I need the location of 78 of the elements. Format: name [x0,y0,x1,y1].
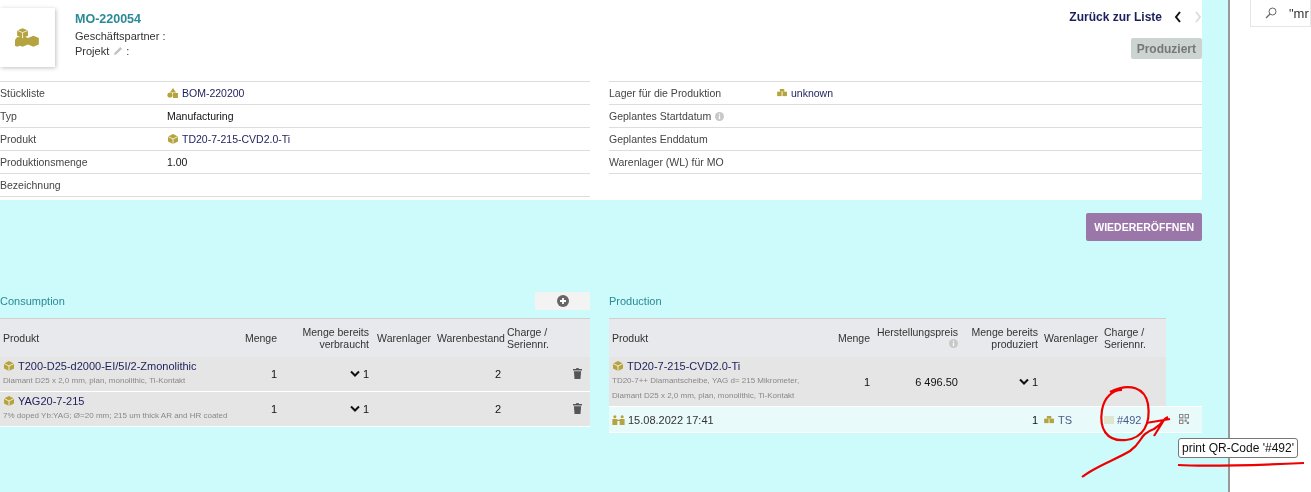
column-header: Herstellungspreis [873,318,961,357]
column-header: Produkt [609,318,825,357]
project-label: Projekt [75,44,110,59]
table-cell: 6 496.50 [915,375,958,388]
warehouse-link[interactable]: TS [1058,413,1073,426]
column-header: Charge / Seriennr. [1101,318,1166,357]
search-icon [1265,7,1277,19]
circle-annotation [1100,386,1150,442]
record-title: MO-220054 [75,12,142,26]
field-label: Produkt [0,133,37,145]
field-value: Manufacturing [167,110,234,122]
box-icon [3,360,15,372]
table-cell: 2 [494,403,501,415]
product-description: Diamant D25 x 2,0 mm, plan, monolithic, Ti-Kontakt [3,375,187,387]
people-icon [612,414,625,425]
field-label: Produktionsmenge [0,156,88,168]
chevron-down-icon[interactable] [349,370,360,378]
product-description: 7% doped Yb:YAG; Ø=20 mm; 215 um thick AR and HR coated [3,410,229,422]
reopen-button[interactable]: WIEDERERÖFFNEN [1086,213,1202,241]
trash-icon[interactable] [572,402,582,414]
table-cell: 1 [270,368,277,380]
chevron-down-icon[interactable] [349,405,360,413]
column-header: Menge bereits verbraucht [280,318,372,357]
product-link[interactable]: TD20-7-215-CVD2.0-Ti [627,360,741,372]
boxes-icon [777,89,788,97]
column-header: Charge / Seriennr. [504,318,564,357]
field-link[interactable]: unknown [791,87,834,99]
field-label: Geplantes Startdatum [609,110,712,122]
section-title: Production [609,294,662,307]
product-link[interactable]: T200-D25-d2000-EI/5I/2-Zmonolithic [18,360,197,372]
column-header: Warenlager [1041,318,1101,357]
previous-icon[interactable] [1174,11,1182,23]
plus-icon [556,294,569,307]
product-link[interactable]: YAG20-7-215 [18,395,85,407]
shapes-icon [167,88,179,98]
lot-link[interactable]: #492 [1117,413,1142,426]
table-cell: 2 [494,368,501,380]
field-label: Lager für die Produktion [609,87,722,99]
boxes-icon [1044,415,1055,424]
info-icon [949,339,958,348]
qr-code-icon[interactable] [1179,413,1189,424]
box-icon [3,395,15,407]
table-cell: 1 [362,403,369,415]
field-value: 1.00 [167,156,188,168]
chevron-down-icon[interactable] [1018,377,1029,386]
table-cell: 1 [362,368,369,380]
table-cell: 1 [1031,375,1038,388]
column-header: Warenbestand [434,318,504,357]
field-label: Stückliste [0,87,45,99]
column-header: Warenlager [372,318,434,357]
section-title: Consumption [0,294,65,307]
cubes-icon [14,26,41,49]
field-link[interactable]: BOM-220200 [182,87,245,99]
table-cell: 1 [863,375,870,388]
table-cell: 1 [1031,413,1038,426]
box-icon [167,133,179,145]
field-label: Bezeichnung [0,179,61,191]
barcode-icon [1104,415,1114,424]
product-description: TD20-7++ Diamantscheibe, YAG d= 215 Mikrometer, Diamant D25 x 2,0 mm, plan, monolithic, Ti-Kontakt [612,375,801,402]
field-label: Geplantes Enddatum [609,133,708,145]
search-field[interactable]: "mr [1250,0,1311,27]
table-cell: 1 [270,403,277,415]
column-header: Menge [825,318,873,357]
tooltip: print QR-Code '#492' [1178,438,1298,458]
trash-icon[interactable] [572,367,582,379]
add-button[interactable] [535,291,590,310]
column-header: Produkt [0,318,232,357]
field-label: Warenlager (WL) für MO [609,156,724,168]
box-icon [612,360,624,372]
partner-label: Geschäftspartner : [75,29,166,44]
project-colon: : [126,44,130,59]
column-header: Menge [232,318,280,357]
back-to-list-link[interactable]: Zurück zur Liste [1069,10,1162,24]
field-link[interactable]: TD20-7-215-CVD2.0-Ti [182,133,291,145]
lot-date: 15.08.2022 17:41 [628,413,714,426]
field-label: Typ [0,110,17,122]
column-header: Menge bereits produziert [961,318,1041,357]
info-icon [715,111,725,121]
